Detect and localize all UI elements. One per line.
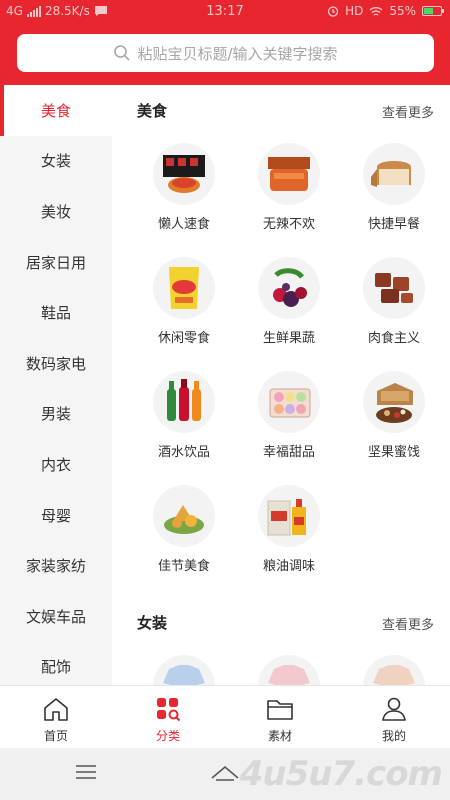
- sidebar-item-shoes[interactable]: 鞋品: [0, 287, 112, 338]
- see-more-link[interactable]: 查看更多: [382, 102, 434, 121]
- user-icon: [382, 697, 406, 721]
- header: 4G 28.5K/s 13:17 HD 55% 粘贴宝贝标题/输入关键字搜索: [0, 0, 450, 85]
- oil-rice-icon: [258, 485, 320, 547]
- bottom-tab-bar: 首页 分类 素材 我的: [0, 685, 450, 748]
- section-header-food: 美食 查看更多: [112, 97, 450, 121]
- category-item[interactable]: [344, 655, 444, 685]
- category-item[interactable]: 粮油调味: [239, 485, 339, 585]
- home-button-icon[interactable]: [210, 762, 240, 782]
- category-item-label: 懒人速食: [157, 217, 210, 232]
- section-title: 女装: [137, 614, 168, 632]
- sidebar-item-beauty[interactable]: 美妆: [0, 186, 112, 237]
- battery-icon: [422, 6, 444, 16]
- folder-icon: [267, 700, 293, 720]
- category-item[interactable]: 休闲零食: [134, 257, 234, 357]
- tab-home[interactable]: 首页: [0, 686, 112, 749]
- home-icon: [44, 698, 68, 721]
- alarm-icon: [327, 6, 339, 17]
- category-item[interactable]: [134, 655, 234, 685]
- watermark-logo: 4u5u7.com: [239, 754, 443, 794]
- tab-category[interactable]: 分类: [112, 686, 224, 749]
- category-item[interactable]: 坚果蜜饯: [344, 371, 444, 471]
- category-item[interactable]: 快捷早餐: [344, 143, 444, 243]
- category-item[interactable]: 懒人速食: [134, 143, 234, 243]
- category-item-label: 酒水饮品: [157, 445, 210, 460]
- see-more-link[interactable]: 查看更多: [382, 614, 434, 633]
- search-icon: [114, 45, 131, 61]
- coat-icon: [258, 655, 320, 685]
- nuts-icon: [363, 371, 425, 433]
- spicy-food-icon: [258, 143, 320, 205]
- bread-icon: [363, 143, 425, 205]
- sidebar-item-household[interactable]: 居家日用: [0, 237, 112, 288]
- sidebar-item-mens-clothing[interactable]: 男装: [0, 389, 112, 440]
- category-item-label: 生鲜果蔬: [262, 331, 315, 346]
- category-item[interactable]: [239, 655, 339, 685]
- meat-icon: [363, 257, 425, 319]
- sidebar-item-baby[interactable]: 母婴: [0, 490, 112, 541]
- zongzi-icon: [153, 485, 215, 547]
- search-placeholder: 粘贴宝贝标题/输入关键字搜索: [137, 44, 338, 63]
- category-item-label: 粮油调味: [262, 559, 315, 574]
- tab-materials[interactable]: 素材: [224, 686, 336, 749]
- sidebar-item-food[interactable]: 美食: [0, 85, 112, 136]
- sidebar-item-electronics[interactable]: 数码家电: [0, 338, 112, 389]
- category-item-label: 幸福甜品: [262, 445, 315, 460]
- category-item-label: 快捷早餐: [367, 217, 420, 232]
- section-header-womens-clothing: 女装 查看更多: [112, 609, 450, 633]
- menu-icon[interactable]: [74, 762, 98, 782]
- tab-label: 素材: [267, 729, 292, 743]
- sidebar-item-accessories[interactable]: 配饰: [0, 642, 112, 685]
- tab-label: 首页: [43, 729, 68, 743]
- tab-label: 分类: [155, 729, 180, 743]
- category-item-label: 坚果蜜饯: [367, 445, 420, 460]
- category-item[interactable]: 无辣不欢: [239, 143, 339, 243]
- category-item-label: 佳节美食: [157, 559, 210, 574]
- category-item-label: 休闲零食: [157, 331, 210, 346]
- category-item-label: 无辣不欢: [262, 217, 315, 232]
- instant-food-icon: [153, 143, 215, 205]
- category-item[interactable]: 肉食主义: [344, 257, 444, 357]
- category-icon: [157, 698, 181, 722]
- category-item[interactable]: 佳节美食: [134, 485, 234, 585]
- macaron-icon: [258, 371, 320, 433]
- blouse-icon: [153, 655, 215, 685]
- category-sidebar: 美食 女装 美妆 居家日用 鞋品 数码家电 男装 内衣 母婴 家装家纺 文娱车品…: [0, 85, 112, 685]
- category-item[interactable]: 幸福甜品: [239, 371, 339, 471]
- sidebar-item-home-textiles[interactable]: 家装家纺: [0, 540, 112, 591]
- status-bar: 4G 28.5K/s 13:17 HD 55%: [0, 0, 450, 24]
- sidebar-item-underwear[interactable]: 内衣: [0, 439, 112, 490]
- tab-label: 我的: [381, 729, 406, 743]
- tab-profile[interactable]: 我的: [338, 686, 450, 749]
- sidebar-item-womens-clothing[interactable]: 女装: [0, 136, 112, 187]
- category-item-label: 肉食主义: [367, 331, 420, 346]
- system-nav-bar: 4u5u7.com: [0, 748, 450, 800]
- category-content: 美食 查看更多 懒人速食 无辣不欢 快捷早餐 休闲零食 生鲜果蔬 肉食主义 酒水…: [112, 85, 450, 685]
- sweater-icon: [363, 655, 425, 685]
- search-input[interactable]: 粘贴宝贝标题/输入关键字搜索: [17, 34, 434, 72]
- hd-badge: HD: [345, 4, 364, 18]
- category-item[interactable]: 生鲜果蔬: [239, 257, 339, 357]
- fruit-icon: [258, 257, 320, 319]
- section-title: 美食: [137, 102, 168, 120]
- drinks-icon: [153, 371, 215, 433]
- wifi-icon: [369, 6, 383, 16]
- snack-bag-icon: [153, 257, 215, 319]
- sidebar-item-entertainment-car[interactable]: 文娱车品: [0, 591, 112, 642]
- battery-percent: 55%: [389, 4, 416, 18]
- category-item[interactable]: 酒水饮品: [134, 371, 234, 471]
